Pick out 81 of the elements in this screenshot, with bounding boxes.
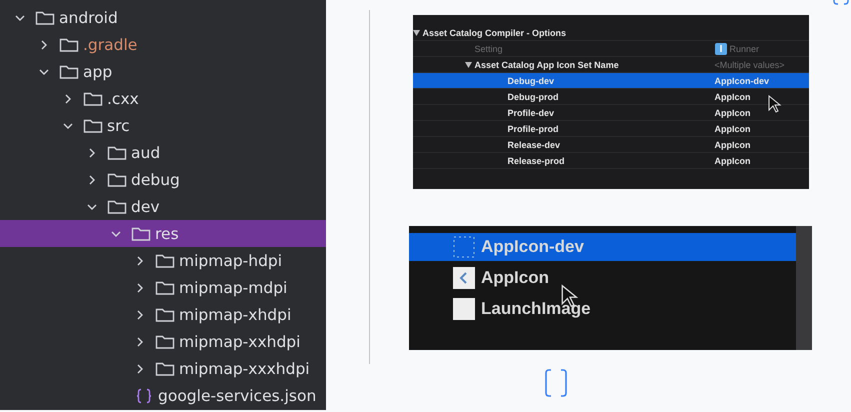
folder-icon [155, 306, 175, 322]
file-name: mipmap-hdpi [179, 252, 282, 270]
folder-icon [155, 360, 175, 376]
tree-item[interactable]: mipmap-hdpi [0, 247, 326, 274]
tree-item[interactable]: .cxx [0, 85, 326, 112]
column-header: Setting [474, 44, 504, 54]
folder-icon [59, 36, 79, 52]
file-name: dev [131, 198, 160, 216]
blank-image-icon [453, 298, 475, 320]
settings-row[interactable]: Release-prod AppIcon [412, 153, 808, 169]
asset-name: LaunchImage [481, 299, 591, 319]
file-name: res [155, 224, 179, 242]
configuration-value: AppIcon [714, 140, 752, 150]
setting-name[interactable]: Asset Catalog App Icon Set Name [474, 60, 619, 70]
section-header[interactable]: Asset Catalog Compiler - Options [422, 28, 566, 38]
file-name: .gradle [83, 36, 138, 54]
settings-row[interactable]: Profile-prod AppIcon [412, 121, 808, 137]
configuration-name: Profile-dev [508, 108, 556, 118]
dotted-square-icon [453, 236, 475, 258]
configuration-name: Debug-prod [508, 92, 560, 102]
tree-item[interactable]: mipmap-xhdpi [0, 301, 326, 328]
asset-item[interactable]: LaunchImage [409, 295, 796, 323]
file-name: android [59, 8, 118, 26]
file-name: .cxx [107, 90, 139, 108]
folder-icon [59, 64, 79, 80]
file-name: mipmap-xhdpi [179, 306, 292, 324]
folder-icon [83, 118, 103, 134]
file-name: mipmap-xxxhdpi [179, 360, 310, 378]
folder-icon [107, 198, 127, 214]
file-name: mipmap-xxhdpi [179, 332, 300, 350]
brackets-icon[interactable] [544, 368, 568, 398]
tree-item[interactable]: debug [0, 166, 326, 193]
configuration-value: AppIcon [714, 124, 752, 134]
disclosure-triangle-icon[interactable] [464, 62, 472, 68]
configuration-value: AppIcon-dev [714, 76, 770, 86]
asset-name: AppIcon-dev [481, 237, 584, 257]
asset-item[interactable]: AppIcon-dev [409, 233, 796, 261]
folder-icon [155, 334, 175, 350]
configuration-name: Release-dev [508, 140, 562, 150]
configuration-name: Release-prod [508, 156, 566, 166]
braces-icon [134, 388, 154, 404]
configuration-name: Profile-prod [508, 124, 560, 134]
tree-item[interactable]: src [0, 112, 326, 139]
settings-row[interactable]: Debug-dev AppIcon-dev [412, 73, 808, 89]
tree-item[interactable]: .gradle [0, 31, 326, 58]
app-icon-thumbnail [453, 267, 475, 289]
tree-item[interactable]: dev [0, 193, 326, 220]
app-target-icon [714, 42, 726, 54]
file-name: debug [131, 170, 180, 188]
target-name: Runner [730, 44, 760, 54]
folder-icon [155, 252, 175, 268]
file-name: app [83, 62, 112, 80]
tree-item[interactable]: res [0, 220, 326, 247]
folder-icon [131, 226, 151, 242]
disclosure-triangle-icon[interactable] [412, 30, 420, 36]
tree-item[interactable]: google-services.json [0, 382, 326, 409]
cursor-icon [768, 95, 782, 113]
file-name: google-services.json [158, 386, 316, 404]
configuration-value: AppIcon [714, 156, 752, 166]
setting-value: <Multiple values> [714, 60, 786, 70]
tree-item[interactable]: app [0, 58, 326, 85]
configuration-value: AppIcon [714, 108, 752, 118]
tree-item[interactable]: aud [0, 139, 326, 166]
configuration-value: AppIcon [714, 92, 752, 102]
tree-item[interactable]: android [0, 4, 326, 31]
folder-icon [35, 10, 55, 26]
file-name: aud [131, 144, 160, 162]
folder-icon [107, 172, 127, 188]
configuration-name: Debug-dev [508, 76, 556, 86]
asset-name: AppIcon [481, 268, 549, 288]
folder-icon [107, 144, 127, 160]
asset-item[interactable]: AppIcon [409, 264, 796, 292]
file-name: src [107, 116, 130, 134]
folder-icon [83, 90, 103, 106]
tree-item[interactable]: mipmap-mdpi [0, 274, 326, 301]
scrollbar[interactable] [796, 226, 812, 350]
tree-item[interactable]: mipmap-xxxhdpi [0, 355, 326, 382]
tree-item[interactable]: mipmap-xxhdpi [0, 328, 326, 355]
file-name: mipmap-mdpi [179, 278, 288, 296]
settings-row[interactable]: Release-dev AppIcon [412, 137, 808, 153]
folder-icon [155, 280, 175, 296]
